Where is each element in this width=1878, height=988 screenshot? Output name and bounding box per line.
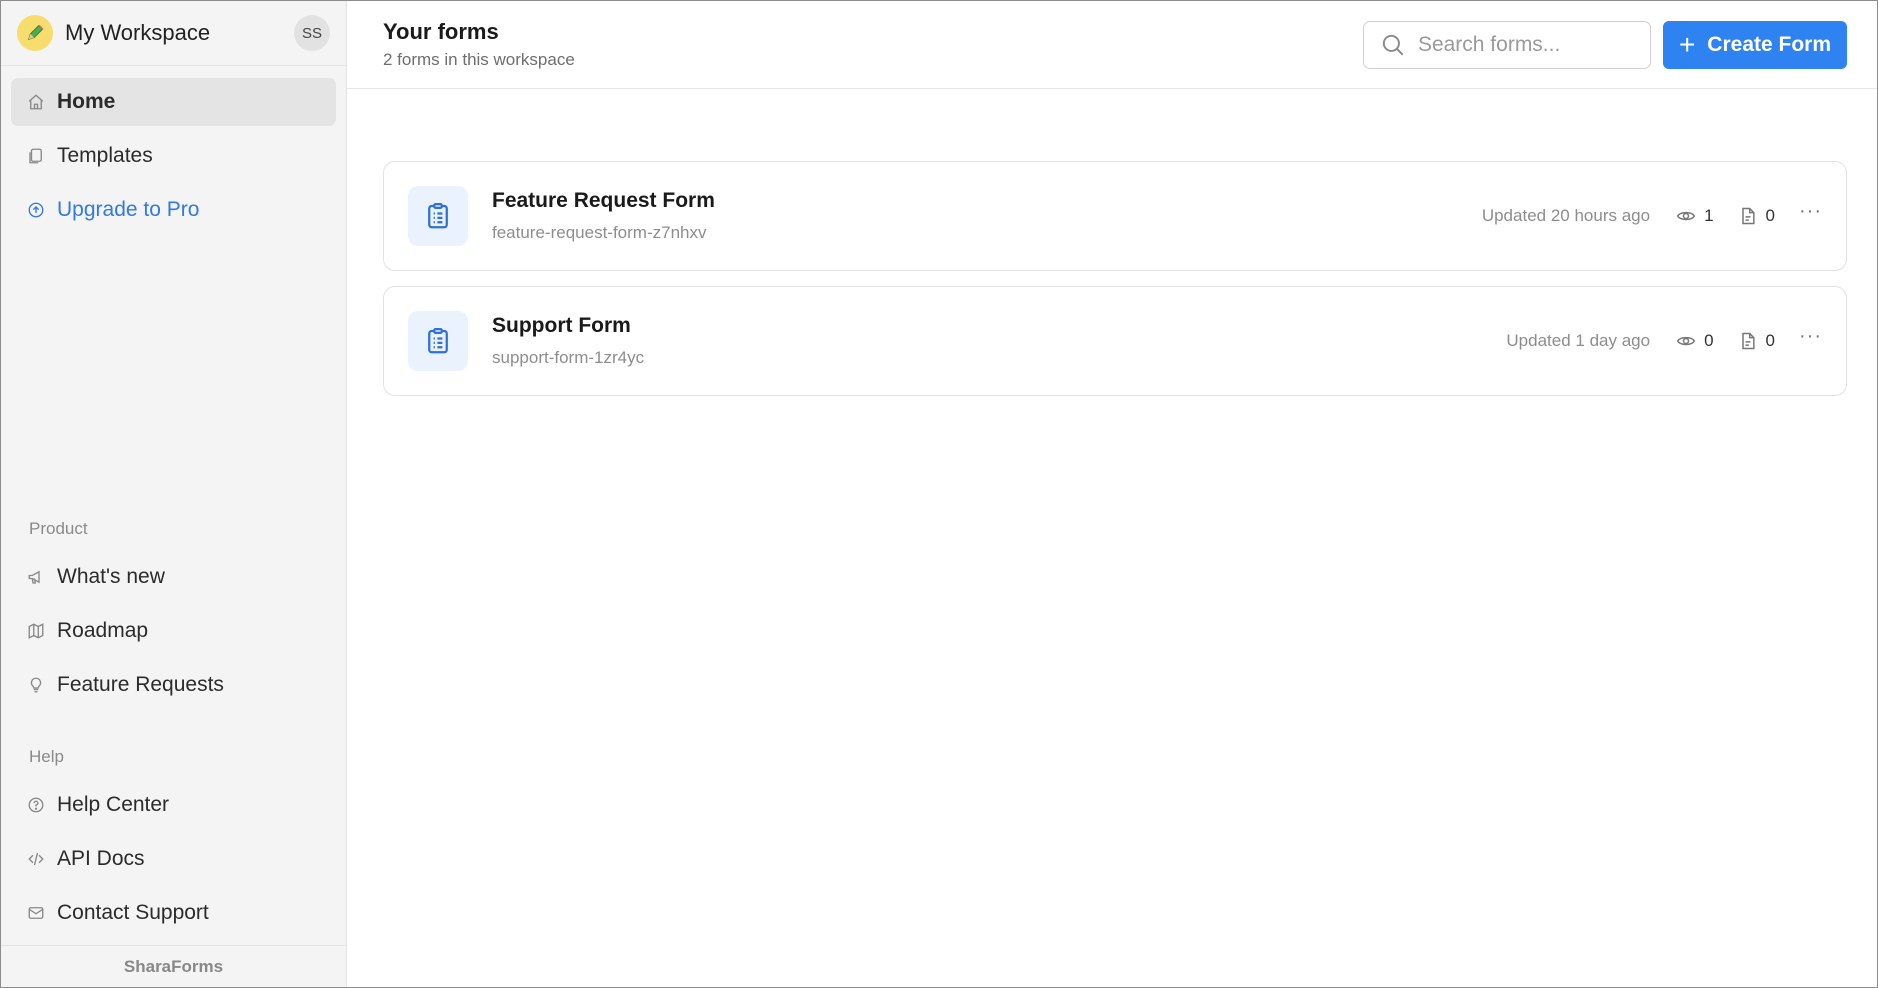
search-icon bbox=[1382, 34, 1404, 55]
section-label-product: Product bbox=[29, 519, 88, 538]
views-count: 0 bbox=[1704, 331, 1714, 350]
megaphone-icon bbox=[27, 568, 45, 586]
sidebar-item-roadmap[interactable]: Roadmap bbox=[11, 607, 336, 655]
main-nav: Home Templates Upgrade to Pro bbox=[1, 66, 346, 234]
eye-icon bbox=[1676, 211, 1696, 221]
views-stat: 0 bbox=[1676, 331, 1714, 351]
code-icon bbox=[27, 850, 45, 868]
eye-icon bbox=[1676, 336, 1696, 346]
document-icon bbox=[1741, 332, 1755, 350]
responses-count: 0 bbox=[1765, 331, 1776, 350]
mail-icon bbox=[27, 904, 45, 922]
sidebar-item-label: Upgrade to Pro bbox=[57, 198, 200, 221]
section-label-help: Help bbox=[29, 747, 64, 766]
more-options-icon[interactable]: ··· bbox=[1799, 200, 1822, 223]
create-form-label: Create Form bbox=[1707, 32, 1831, 56]
forms-list: Feature Request Form feature-request-for… bbox=[383, 161, 1847, 411]
clipboard-icon bbox=[408, 186, 468, 246]
brand-footer: SharaForms bbox=[1, 945, 346, 987]
sidebar-item-contact-support[interactable]: Contact Support bbox=[11, 889, 336, 937]
responses-count: 0 bbox=[1765, 206, 1776, 225]
sidebar-item-help-center[interactable]: Help Center bbox=[11, 781, 336, 829]
form-info: Support Form support-form-1zr4yc bbox=[492, 314, 1506, 368]
product-nav: What's new Roadmap Feature Requests bbox=[11, 553, 336, 715]
sidebar-item-label: Help Center bbox=[57, 793, 170, 816]
question-icon bbox=[27, 796, 45, 814]
create-form-button[interactable]: + Create Form bbox=[1662, 20, 1847, 69]
form-card[interactable]: Feature Request Form feature-request-for… bbox=[383, 161, 1847, 271]
updated-time: Updated 20 hours ago bbox=[1481, 206, 1651, 225]
page-title: Your forms bbox=[383, 19, 499, 44]
clipboard-icon bbox=[408, 311, 468, 371]
workspace-name: My Workspace bbox=[65, 20, 211, 45]
sidebar-item-label: Contact Support bbox=[57, 901, 209, 924]
form-card[interactable]: Support Form support-form-1zr4yc Updated… bbox=[383, 286, 1847, 396]
avatar[interactable]: SS bbox=[294, 15, 330, 51]
form-slug: support-form-1zr4yc bbox=[492, 348, 645, 367]
search-box[interactable] bbox=[1362, 20, 1651, 69]
sidebar-item-label: Feature Requests bbox=[57, 673, 224, 696]
responses-stat: 0 bbox=[1738, 206, 1775, 226]
sidebar-item-templates[interactable]: Templates bbox=[11, 132, 336, 180]
main-content: Your forms 2 forms in this workspace + C… bbox=[347, 1, 1877, 987]
map-icon bbox=[27, 622, 45, 640]
sidebar-item-label: Home bbox=[57, 90, 116, 113]
sidebar-item-label: What's new bbox=[57, 565, 165, 588]
page-subtitle: 2 forms in this workspace bbox=[383, 50, 575, 69]
help-nav: Help Center API Docs Contact Support bbox=[11, 781, 336, 943]
app-window: My Workspace SS Home Templates Upgrade t… bbox=[0, 0, 1878, 988]
home-icon bbox=[27, 93, 45, 111]
sidebar: My Workspace SS Home Templates Upgrade t… bbox=[1, 1, 347, 987]
more-options-icon[interactable]: ··· bbox=[1799, 325, 1822, 348]
sidebar-item-whats-new[interactable]: What's new bbox=[11, 553, 336, 601]
workspace-header[interactable]: My Workspace SS bbox=[1, 1, 346, 66]
title-block: Your forms 2 forms in this workspace bbox=[383, 19, 1363, 70]
views-count: 1 bbox=[1704, 206, 1714, 225]
form-slug: feature-request-form-z7nhxv bbox=[492, 223, 707, 242]
form-meta: Updated 1 day ago 0 0 ··· bbox=[1506, 325, 1822, 351]
sidebar-item-api-docs[interactable]: API Docs bbox=[11, 835, 336, 883]
pencil-icon bbox=[27, 24, 44, 41]
sidebar-item-feature-requests[interactable]: Feature Requests bbox=[11, 661, 336, 709]
form-meta: Updated 20 hours ago 1 0 ··· bbox=[1481, 200, 1822, 226]
templates-icon bbox=[27, 147, 45, 165]
form-name[interactable]: Support Form bbox=[492, 314, 1506, 338]
lightbulb-icon bbox=[27, 676, 45, 694]
views-stat: 1 bbox=[1676, 206, 1714, 226]
responses-stat: 0 bbox=[1738, 331, 1775, 351]
sidebar-item-label: Templates bbox=[57, 144, 153, 167]
sidebar-item-upgrade[interactable]: Upgrade to Pro bbox=[11, 186, 336, 234]
search-input[interactable] bbox=[1417, 32, 1618, 57]
sidebar-item-label: Roadmap bbox=[57, 619, 149, 642]
plus-icon: + bbox=[1678, 28, 1696, 60]
upgrade-icon bbox=[27, 201, 45, 219]
form-info: Feature Request Form feature-request-for… bbox=[492, 189, 1482, 243]
sidebar-item-label: API Docs bbox=[57, 847, 145, 870]
workspace-logo bbox=[17, 15, 53, 51]
form-name[interactable]: Feature Request Form bbox=[492, 189, 1482, 213]
updated-time: Updated 1 day ago bbox=[1506, 331, 1651, 350]
topbar: Your forms 2 forms in this workspace + C… bbox=[347, 1, 1877, 89]
document-icon bbox=[1741, 207, 1755, 225]
sidebar-item-home[interactable]: Home bbox=[11, 78, 336, 126]
